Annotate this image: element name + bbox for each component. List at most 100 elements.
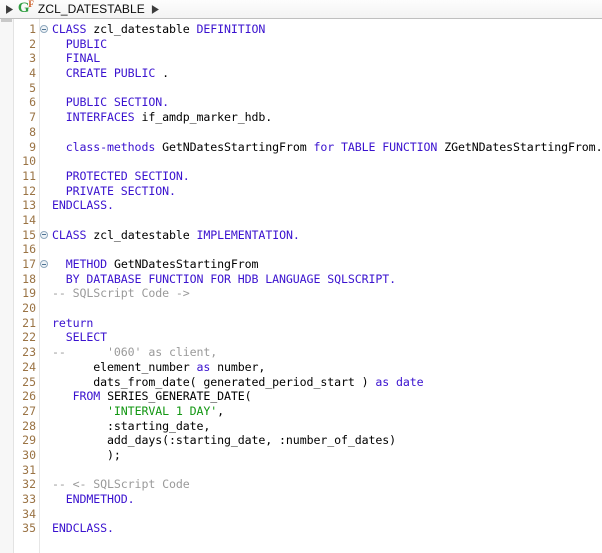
line-number: 13 (22, 198, 36, 213)
code-line[interactable] (52, 125, 602, 140)
line-number: 22 (22, 330, 36, 345)
breadcrumb-expand-arrow-icon[interactable]: ▶ (6, 3, 13, 14)
code-line[interactable] (52, 301, 602, 316)
line-number: 14 (22, 212, 36, 227)
line-number: 26 (22, 389, 36, 404)
code-token-kw: CLASS (52, 22, 87, 36)
code-line[interactable] (52, 81, 602, 96)
line-number: 20 (22, 301, 36, 316)
code-line[interactable] (52, 213, 602, 228)
code-line[interactable]: ENDCLASS. (52, 198, 602, 213)
line-number: 25 (22, 374, 36, 389)
line-number: 27 (22, 403, 36, 418)
code-line[interactable] (52, 242, 602, 257)
code-token-id: element_number (93, 359, 190, 374)
marker-bar-top-indicator (1, 19, 12, 22)
code-line[interactable]: -- SQLScript Code -> (52, 286, 602, 301)
code-text-area[interactable]: CLASS zcl_datestable DEFINITION PUBLIC F… (51, 19, 602, 553)
line-number: 15 (22, 227, 36, 242)
code-line[interactable]: -- '060' as client, (52, 345, 602, 360)
line-number: 33 (22, 492, 36, 506)
fold-collapse-icon[interactable] (40, 228, 51, 243)
code-token-plain: , (217, 403, 225, 418)
line-number: 10 (22, 154, 36, 169)
code-line[interactable]: BY DATABASE FUNCTION FOR HDB LANGUAGE SQ… (52, 272, 602, 287)
code-token-kw: PROTECTED SECTION. (52, 168, 190, 183)
breadcrumb: ▶ G F ZCL_DATESTABLE ▶ (0, 0, 602, 19)
code-line[interactable]: PRIVATE SECTION. (52, 184, 602, 199)
code-line[interactable]: PUBLIC SECTION. (52, 95, 602, 110)
code-line[interactable]: ENDCLASS. (52, 521, 602, 536)
code-line[interactable]: FINAL (52, 51, 602, 66)
line-number: 34 (22, 506, 36, 521)
code-line[interactable]: INTERFACES if_amdp_marker_hdb. (52, 110, 602, 125)
code-line[interactable]: return (52, 316, 602, 331)
code-token-id: GetNDatesStartingFrom (162, 139, 307, 154)
code-token-kw: INTERFACES (52, 110, 135, 125)
code-line[interactable] (52, 463, 602, 478)
code-line[interactable]: CLASS zcl_datestable DEFINITION (52, 22, 602, 37)
code-line[interactable]: FROM SERIES_GENERATE_DATE( (52, 389, 602, 404)
line-number: 32 (22, 477, 36, 492)
code-token-kw: return (52, 315, 94, 330)
code-line[interactable]: add_days(:starting_date, :number_of_date… (52, 433, 602, 448)
code-line[interactable]: dats_from_date( generated_period_start )… (52, 375, 602, 390)
code-token-id: SERIES_GENERATE_DATE( (107, 389, 252, 404)
code-line[interactable]: PUBLIC (52, 37, 602, 52)
code-token-kw: for TABLE FUNCTION (313, 139, 438, 154)
code-line[interactable]: PROTECTED SECTION. (52, 169, 602, 184)
code-line[interactable]: ENDMETHOD. (52, 492, 602, 507)
code-line[interactable]: 'INTERVAL 1 DAY', (52, 404, 602, 419)
code-line[interactable]: :starting_date, (52, 419, 602, 434)
breadcrumb-next-arrow-icon[interactable]: ▶ (152, 3, 159, 14)
code-line[interactable]: CLASS zcl_datestable IMPLEMENTATION. (52, 228, 602, 243)
line-number: 28 (22, 418, 36, 433)
code-token-kw: CREATE PUBLIC (52, 66, 156, 81)
code-line[interactable]: element_number as number, (52, 360, 602, 375)
code-token-id: :starting_date, (107, 418, 211, 433)
fold-collapse-icon[interactable] (40, 22, 51, 37)
code-line[interactable]: CREATE PUBLIC . (52, 66, 602, 81)
editor-marker-bar[interactable] (0, 19, 14, 553)
code-line[interactable]: class-methods GetNDatesStartingFrom for … (52, 140, 602, 155)
code-folding-column[interactable] (40, 19, 51, 553)
line-number: 19 (22, 286, 36, 301)
code-line[interactable]: -- <- SQLScript Code (52, 477, 602, 492)
code-line[interactable]: METHOD GetNDatesStartingFrom (52, 257, 602, 272)
line-number: 23 (22, 345, 36, 360)
code-line[interactable] (52, 154, 602, 169)
code-token-kw: SELECT (52, 330, 108, 345)
line-number: 4 (29, 66, 36, 81)
code-token-id: if_amdp_marker_hdb. (141, 110, 273, 125)
code-line[interactable] (52, 507, 602, 522)
code-token-kw: PRIVATE SECTION. (52, 183, 176, 198)
line-number: 16 (22, 242, 36, 257)
code-token-id: zcl_datestable (93, 227, 190, 242)
breadcrumb-class-name[interactable]: ZCL_DATESTABLE (38, 2, 145, 16)
line-number: 21 (22, 315, 36, 330)
source-code-editor[interactable]: 1 2 3 4 5 6 7 8 9 10 11 12 13 14 15 16 17 18 19 20 21 22 23 24 2… (0, 19, 602, 553)
code-line[interactable]: SELECT (52, 330, 602, 345)
fold-collapse-icon[interactable] (40, 257, 51, 272)
line-number: 17 (22, 257, 36, 271)
code-token-kw: class-methods (52, 139, 156, 154)
code-line[interactable]: ); (52, 448, 602, 463)
